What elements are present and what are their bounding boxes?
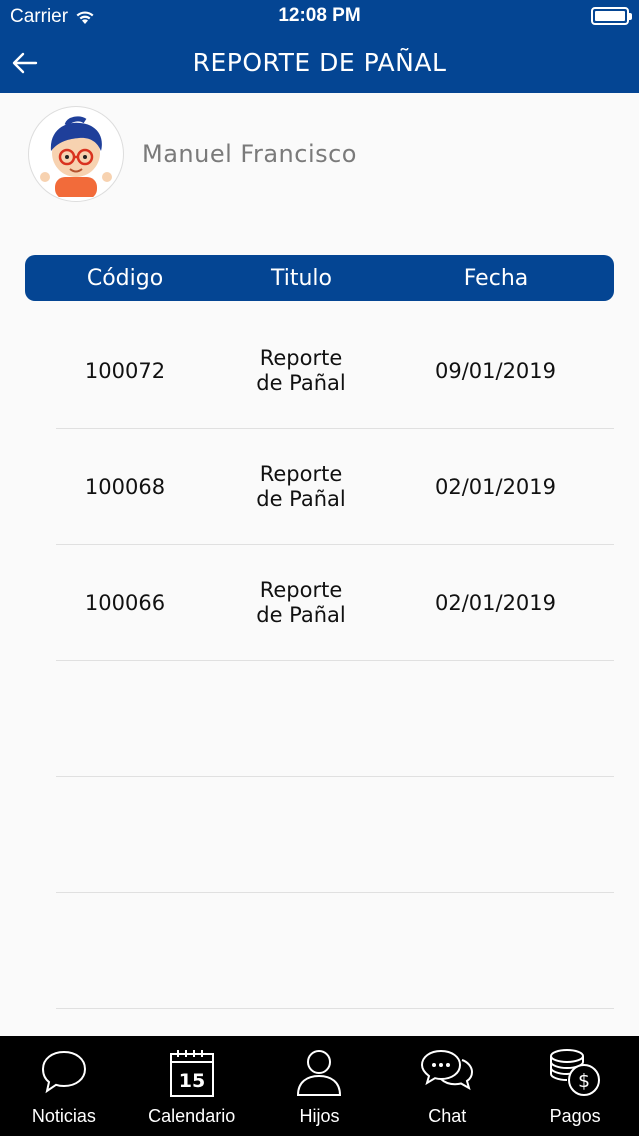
child-name: Manuel Francisco: [142, 140, 357, 168]
avatar: [28, 106, 124, 202]
coins-icon: $: [550, 1049, 601, 1096]
calendar-icon: 15: [169, 1050, 214, 1097]
tab-calendario[interactable]: 15 Calendario: [128, 1036, 256, 1136]
chat-bubbles-icon: [421, 1049, 474, 1091]
tab-pagos[interactable]: $ Pagos: [511, 1036, 639, 1136]
report-list: 100072 Reporte de Pañal 09/01/2019 10006…: [0, 313, 639, 1009]
empty-row: [0, 893, 639, 1009]
row-titulo: Reporte de Pañal: [256, 578, 346, 627]
row-codigo: 100068: [84, 475, 166, 499]
row-fecha: 02/01/2019: [434, 591, 557, 615]
page-title: REPORTE DE PAÑAL: [192, 48, 447, 77]
tab-label: Noticias: [31, 1106, 96, 1126]
tab-noticias[interactable]: Noticias: [0, 1036, 128, 1136]
row-titulo: Reporte de Pañal: [256, 462, 346, 511]
battery-icon: [591, 7, 632, 25]
table-header: Código Titulo Fecha: [25, 255, 614, 301]
row-codigo: 100066: [84, 591, 166, 615]
tab-label: Calendario: [148, 1106, 236, 1126]
empty-row: [0, 777, 639, 893]
column-header-codigo: Código: [86, 265, 164, 291]
row-codigo: 100072: [84, 359, 166, 383]
tab-bar: Noticias 15 Calendario Hijos Chat $ Pago…: [0, 1036, 639, 1136]
row-fecha: 02/01/2019: [434, 475, 557, 499]
app-header: Carrier 12:08 PM REPORTE DE PAÑAL: [0, 0, 639, 93]
row-titulo: Reporte de Pañal: [256, 346, 346, 395]
status-bar: Carrier 12:08 PM: [0, 0, 639, 34]
calendar-day: 15: [178, 1070, 204, 1092]
speech-bubble-icon: [41, 1050, 86, 1094]
table-row[interactable]: 100072 Reporte de Pañal 09/01/2019: [0, 313, 639, 429]
tab-label: Chat: [428, 1106, 467, 1126]
tab-label: Hijos: [299, 1106, 340, 1126]
table-row[interactable]: 100068 Reporte de Pañal 02/01/2019: [0, 429, 639, 545]
boy-avatar-icon: [40, 116, 112, 197]
tab-chat[interactable]: Chat: [383, 1036, 511, 1136]
status-time: 12:08 PM: [278, 5, 361, 26]
tab-label: Pagos: [549, 1106, 601, 1126]
child-profile: Manuel Francisco: [28, 106, 357, 202]
svg-text:$: $: [578, 1070, 590, 1092]
person-icon: [297, 1050, 342, 1096]
column-header-titulo: Titulo: [270, 265, 332, 291]
empty-row: [0, 661, 639, 777]
row-fecha: 09/01/2019: [434, 359, 557, 383]
table-row[interactable]: 100066 Reporte de Pañal 02/01/2019: [0, 545, 639, 661]
column-header-fecha: Fecha: [463, 265, 529, 291]
tab-hijos[interactable]: Hijos: [256, 1036, 384, 1136]
